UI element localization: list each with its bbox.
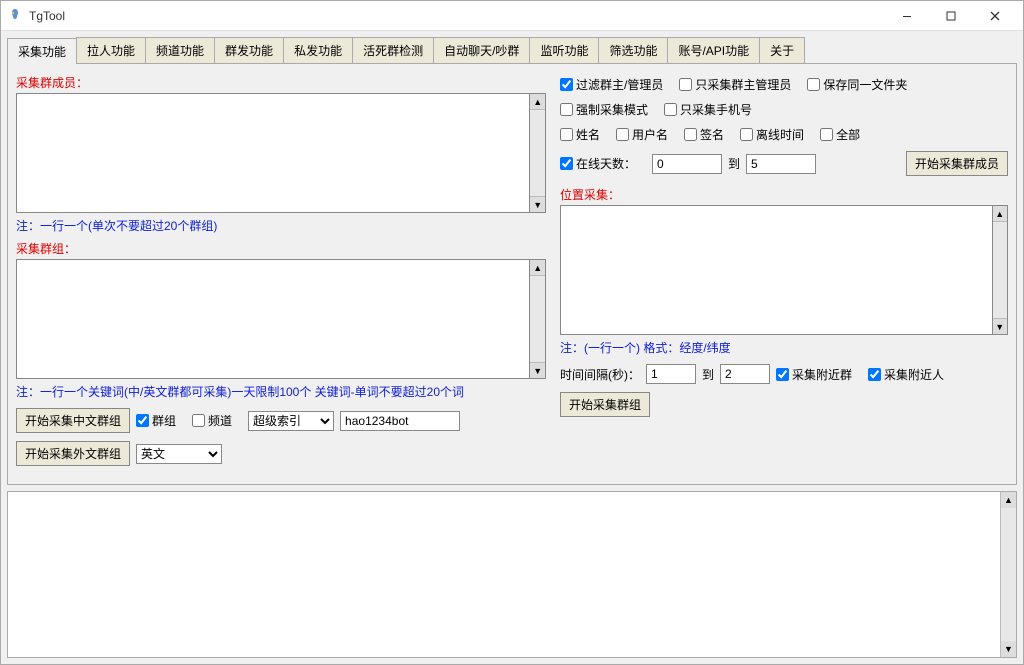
checkbox-save-same-label: 保存同一文件夹 <box>823 76 907 93</box>
location-scrollbar[interactable]: ▲ ▼ <box>993 205 1008 335</box>
scroll-up-icon[interactable]: ▲ <box>530 94 545 110</box>
titlebar: TgTool <box>1 1 1023 31</box>
checkbox-near-people[interactable]: 采集附近人 <box>868 366 944 383</box>
maximize-button[interactable] <box>929 1 973 31</box>
start-collect-groups-button[interactable]: 开始采集群组 <box>560 392 650 417</box>
window-title: TgTool <box>29 9 65 23</box>
checkbox-near-group-label: 采集附近群 <box>792 366 852 383</box>
scroll-down-icon[interactable]: ▼ <box>530 362 545 378</box>
scroll-down-icon[interactable]: ▼ <box>530 196 545 212</box>
bot-input[interactable] <box>340 411 460 431</box>
checkbox-username[interactable]: 用户名 <box>616 126 668 143</box>
tab-invite[interactable]: 拉人功能 <box>76 37 146 63</box>
label-collect-groups: 采集群组： <box>16 240 546 257</box>
groups-note: 注：一行一个关键词(中/英文群都可采集)一天限制100个 关键词-单词不要超过2… <box>16 383 546 400</box>
start-collect-cn-button[interactable]: 开始采集中文群组 <box>16 408 130 433</box>
log-textarea[interactable] <box>8 492 1000 657</box>
tab-autochat[interactable]: 自动聊天/吵群 <box>433 37 530 63</box>
checkbox-offline-label: 离线时间 <box>756 126 804 143</box>
index-select[interactable]: 超级索引 <box>248 411 334 431</box>
checkbox-force-label: 强制采集模式 <box>576 101 648 118</box>
checkbox-pindao-label: 频道 <box>208 412 232 429</box>
checkbox-online-days[interactable]: 在线天数： <box>560 155 636 172</box>
checkbox-near-group[interactable]: 采集附近群 <box>776 366 852 383</box>
right-column: 过滤群主/管理员 只采集群主管理员 保存同一文件夹 强制采集模式 只采集手机号 … <box>560 72 1008 470</box>
scroll-up-icon[interactable]: ▲ <box>1001 492 1016 508</box>
checkbox-pindao[interactable]: 频道 <box>192 412 232 429</box>
location-note: 注：(一行一个) 格式：经度/纬度 <box>560 339 1008 356</box>
checkbox-name-label: 姓名 <box>576 126 600 143</box>
tab-panel-collect: 采集群成员： ▲ ▼ 注：一行一个(单次不要超过20个群组) 采集群组： ▲ ▼ <box>7 64 1017 485</box>
start-collect-foreign-button[interactable]: 开始采集外文群组 <box>16 441 130 466</box>
checkbox-only-phone-label: 只采集手机号 <box>680 101 752 118</box>
members-scrollbar[interactable]: ▲ ▼ <box>530 93 546 213</box>
checkbox-signature-label: 签名 <box>700 126 724 143</box>
scroll-up-icon[interactable]: ▲ <box>993 206 1007 222</box>
checkbox-all-label: 全部 <box>836 126 860 143</box>
checkbox-name[interactable]: 姓名 <box>560 126 600 143</box>
checkbox-only-admin-label: 只采集群主管理员 <box>695 76 791 93</box>
checkbox-offline[interactable]: 离线时间 <box>740 126 804 143</box>
checkbox-only-phone[interactable]: 只采集手机号 <box>664 101 752 118</box>
workarea: 采集功能 拉人功能 频道功能 群发功能 私发功能 活死群检测 自动聊天/吵群 监… <box>1 31 1023 664</box>
checkbox-filter-admin-label: 过滤群主/管理员 <box>576 76 663 93</box>
members-input[interactable] <box>16 93 530 213</box>
days-to-input[interactable] <box>746 154 816 174</box>
scroll-down-icon[interactable]: ▼ <box>993 318 1007 334</box>
checkbox-filter-admin[interactable]: 过滤群主/管理员 <box>560 76 663 93</box>
scroll-up-icon[interactable]: ▲ <box>530 260 545 276</box>
checkbox-signature[interactable]: 签名 <box>684 126 724 143</box>
checkbox-all[interactable]: 全部 <box>820 126 860 143</box>
tab-listen[interactable]: 监听功能 <box>529 37 599 63</box>
app-window: TgTool 采集功能 拉人功能 频道功能 群发功能 私发功能 活死群检测 自动… <box>0 0 1024 665</box>
tab-about[interactable]: 关于 <box>759 37 805 63</box>
tab-groupsend[interactable]: 群发功能 <box>214 37 284 63</box>
interval-from-input[interactable] <box>646 364 696 384</box>
log-scrollbar[interactable]: ▲ ▼ <box>1000 492 1016 657</box>
checkbox-only-admin[interactable]: 只采集群主管理员 <box>679 76 791 93</box>
label-to: 到 <box>728 155 740 172</box>
start-collect-members-button[interactable]: 开始采集群成员 <box>906 151 1008 176</box>
checkbox-username-label: 用户名 <box>632 126 668 143</box>
label-interval: 时间间隔(秒)： <box>560 366 640 383</box>
interval-to-input[interactable] <box>720 364 770 384</box>
checkbox-force[interactable]: 强制采集模式 <box>560 101 648 118</box>
left-column: 采集群成员： ▲ ▼ 注：一行一个(单次不要超过20个群组) 采集群组： ▲ ▼ <box>16 72 546 470</box>
checkbox-qunzu[interactable]: 群组 <box>136 412 176 429</box>
label-location: 位置采集： <box>560 186 1008 203</box>
tab-privatesend[interactable]: 私发功能 <box>283 37 353 63</box>
label-to-2: 到 <box>702 366 714 383</box>
checkbox-near-people-label: 采集附近人 <box>884 366 944 383</box>
days-from-input[interactable] <box>652 154 722 174</box>
groups-scrollbar[interactable]: ▲ ▼ <box>530 259 546 379</box>
location-input[interactable] <box>560 205 993 335</box>
scroll-down-icon[interactable]: ▼ <box>1001 641 1016 657</box>
tab-deadcheck[interactable]: 活死群检测 <box>352 37 434 63</box>
tab-collect[interactable]: 采集功能 <box>7 38 77 64</box>
groups-input[interactable] <box>16 259 530 379</box>
tab-channel[interactable]: 频道功能 <box>145 37 215 63</box>
app-icon <box>7 8 23 24</box>
tab-account[interactable]: 账号/API功能 <box>667 37 760 63</box>
lang-select[interactable]: 英文 <box>136 444 222 464</box>
checkbox-qunzu-label: 群组 <box>152 412 176 429</box>
label-collect-members: 采集群成员： <box>16 74 546 91</box>
minimize-button[interactable] <box>885 1 929 31</box>
members-note: 注：一行一个(单次不要超过20个群组) <box>16 217 546 234</box>
tab-filter[interactable]: 筛选功能 <box>598 37 668 63</box>
checkbox-save-same[interactable]: 保存同一文件夹 <box>807 76 907 93</box>
checkbox-online-days-label: 在线天数： <box>576 155 636 172</box>
log-area: ▲ ▼ <box>7 491 1017 658</box>
tab-strip: 采集功能 拉人功能 频道功能 群发功能 私发功能 活死群检测 自动聊天/吵群 监… <box>7 37 1017 64</box>
close-button[interactable] <box>973 1 1017 31</box>
